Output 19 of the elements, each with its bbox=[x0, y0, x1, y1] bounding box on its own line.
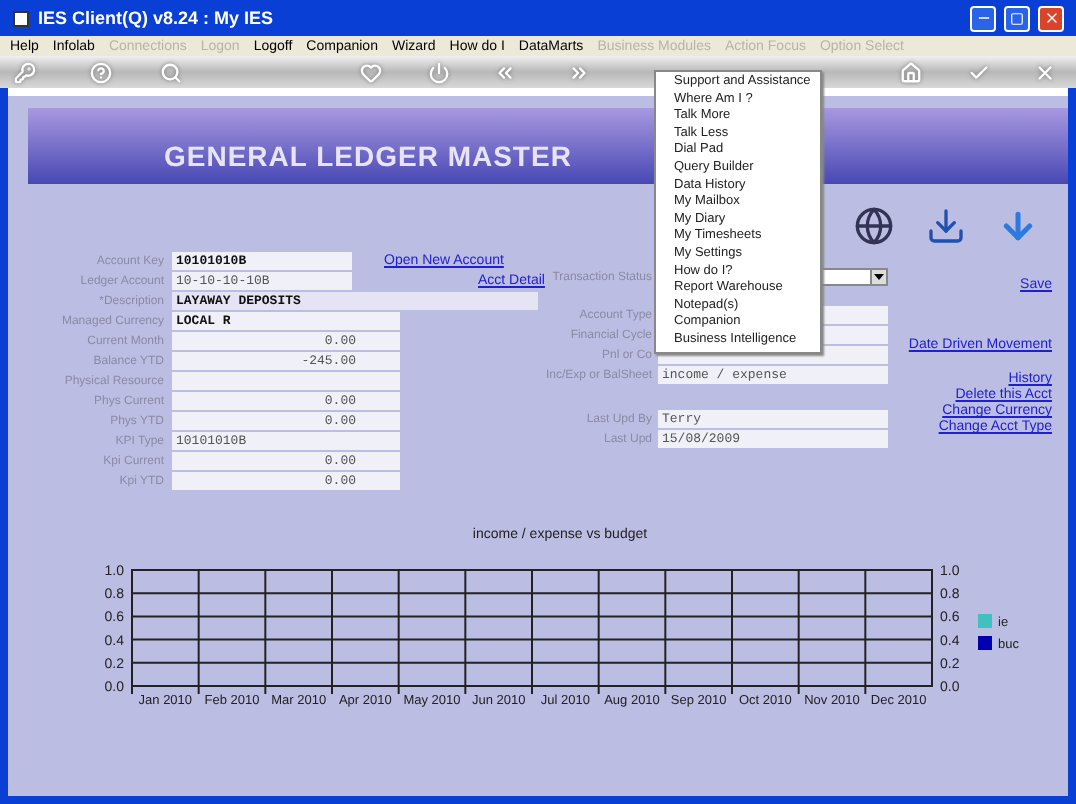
help-icon[interactable] bbox=[88, 60, 112, 84]
app-icon bbox=[12, 9, 30, 27]
close-icon bbox=[1043, 10, 1059, 26]
maximize-button[interactable] bbox=[1004, 5, 1030, 31]
check-icon[interactable] bbox=[966, 60, 990, 84]
window-title: IES Client(Q) v8.24 : My IES bbox=[38, 8, 276, 28]
close-icon[interactable] bbox=[1032, 60, 1056, 84]
home-icon[interactable] bbox=[898, 60, 922, 84]
maximize-icon bbox=[1010, 11, 1024, 25]
page-title: GENERAL LEDGER MASTER bbox=[164, 140, 572, 172]
globe-icon[interactable] bbox=[852, 204, 896, 248]
search-icon[interactable] bbox=[158, 60, 182, 84]
download-icon[interactable] bbox=[924, 204, 968, 248]
key-icon[interactable] bbox=[12, 60, 36, 84]
input-field[interactable] bbox=[172, 372, 400, 390]
minimize-button[interactable] bbox=[970, 5, 996, 31]
close-button[interactable] bbox=[1038, 5, 1064, 31]
heart-icon[interactable] bbox=[358, 60, 382, 84]
power-icon[interactable] bbox=[426, 60, 450, 84]
